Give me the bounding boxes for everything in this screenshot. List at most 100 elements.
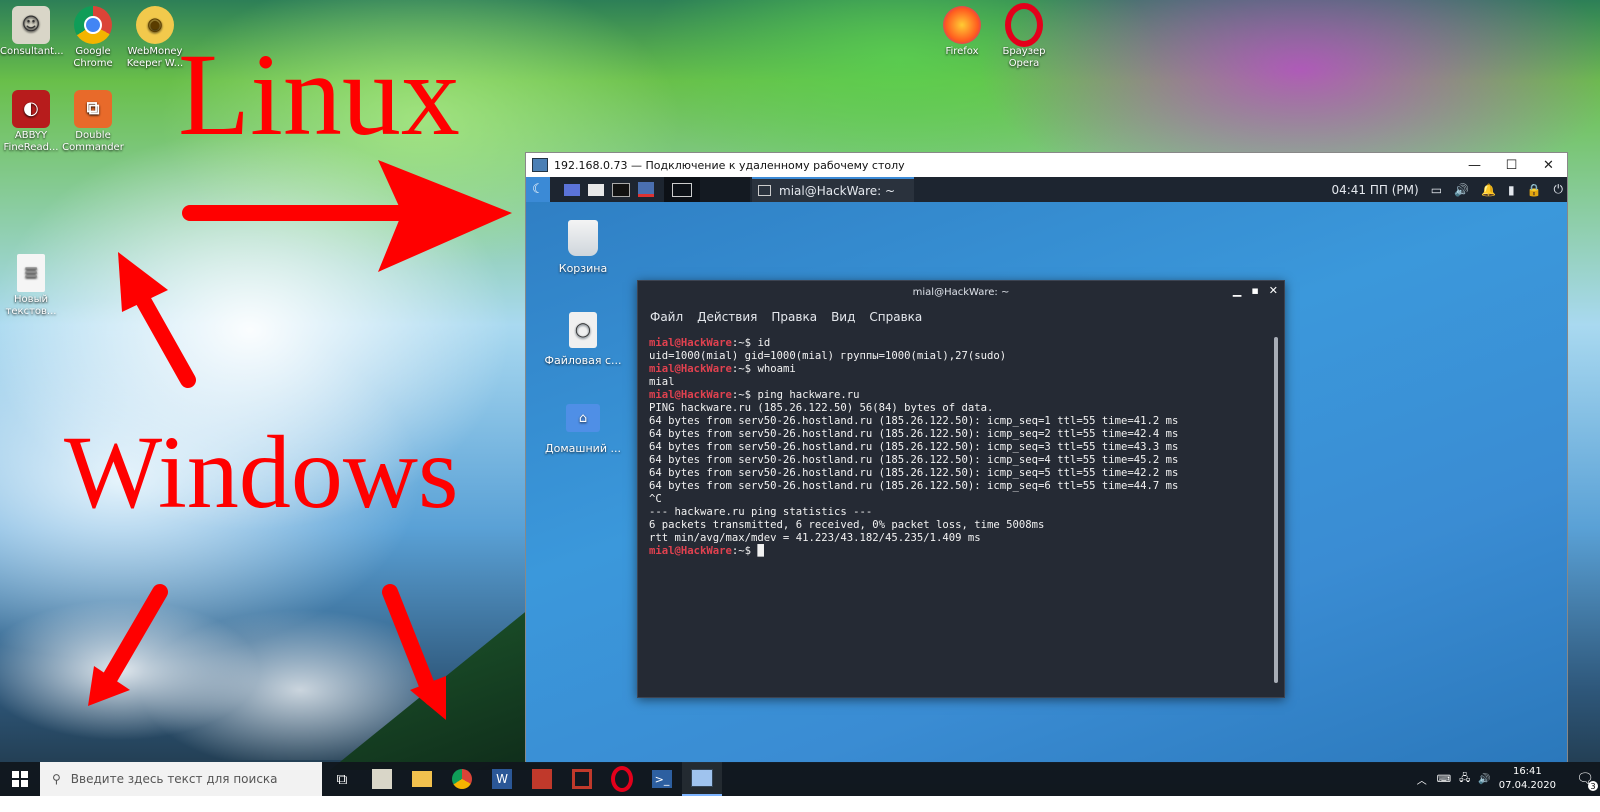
line-text: id	[757, 337, 770, 349]
terminal-titlebar[interactable]: mial@HackWare: ~ ▁ ▪ ✕	[638, 281, 1284, 303]
prompt-suffix: :~$	[732, 363, 758, 375]
menu-file[interactable]: Файл	[650, 310, 683, 324]
taskbar-item-terminal[interactable]: mial@HackWare: ~	[752, 177, 914, 202]
taskbar-screenshot-icon[interactable]	[562, 762, 602, 796]
prompt-suffix: :~$	[732, 337, 758, 349]
taskbar-search-box[interactable]: ⚲ Введите здесь текст для поиска	[40, 762, 322, 796]
kali-icon-filesystem[interactable]: ◯ Файловая с...	[543, 312, 623, 367]
kali-icon-trash[interactable]: Корзина	[543, 220, 623, 275]
screenshot-tool-icon[interactable]	[638, 182, 654, 197]
terminal-output-line: mial	[649, 376, 1273, 389]
tray-network-icon[interactable]: 🖧	[1459, 771, 1470, 788]
terminal-maximize-button[interactable]: ▪	[1251, 284, 1258, 297]
line-text: 6 packets transmitted, 6 received, 0% pa…	[649, 519, 1044, 531]
terminal-output-line: 64 bytes from serv50-26.hostland.ru (185…	[649, 441, 1273, 454]
rdp-title-text: 192.168.0.73 — Подключение к удаленному …	[554, 159, 905, 172]
line-text: mial	[649, 376, 675, 388]
terminal-output-line: 64 bytes from serv50-26.hostland.ru (185…	[649, 480, 1273, 493]
tray-expand-icon[interactable]: ︿	[1417, 772, 1427, 787]
system-tray: ︿ ⌨ 🖧 🔊 16:41 07.04.2020 🗨 3	[1417, 762, 1600, 796]
arrow-down-left-line	[104, 592, 160, 688]
workspace-2[interactable]	[700, 177, 750, 202]
prompt-user: mial@HackWare	[649, 389, 732, 401]
line-text: uid=1000(mial) gid=1000(mial) группы=100…	[649, 350, 1006, 362]
terminal-output-line: 64 bytes from serv50-26.hostland.ru (185…	[649, 454, 1273, 467]
prompt-suffix: :~$	[732, 389, 758, 401]
panel-clock[interactable]: 04:41 ПП (PM)	[1331, 183, 1418, 197]
close-button[interactable]: ✕	[1530, 153, 1567, 177]
volume-icon[interactable]: 🔊	[1454, 183, 1469, 197]
action-center-button[interactable]: 🗨 3	[1570, 762, 1600, 796]
taskbar-explorer-icon[interactable]	[402, 762, 442, 796]
kali-menu-button[interactable]: ☾	[526, 177, 550, 202]
taskbar-powershell-icon[interactable]: >_	[642, 762, 682, 796]
line-text: whoami	[757, 363, 795, 375]
file-manager-icon[interactable]	[588, 184, 604, 196]
menu-help[interactable]: Справка	[869, 310, 922, 324]
tray-keyboard-icon[interactable]: ⌨	[1437, 774, 1451, 785]
terminal-output[interactable]: mial@HackWare:~$ iduid=1000(mial) gid=10…	[638, 331, 1284, 564]
taskbar-word-icon[interactable]: W	[482, 762, 522, 796]
workspace-1[interactable]	[664, 177, 700, 202]
line-text: 64 bytes from serv50-26.hostland.ru (185…	[649, 480, 1178, 492]
terminal-menubar: Файл Действия Правка Вид Справка	[638, 303, 1284, 331]
terminal-command-line: mial@HackWare:~$ whoami	[649, 363, 1273, 376]
taskbar-opera-icon[interactable]	[602, 762, 642, 796]
terminal-output-line: 64 bytes from serv50-26.hostland.ru (185…	[649, 428, 1273, 441]
minimize-button[interactable]: —	[1456, 153, 1493, 177]
line-text: rtt min/avg/max/mdev = 41.223/43.182/45.…	[649, 532, 981, 544]
line-text: ^C	[649, 493, 662, 505]
terminal-close-button[interactable]: ✕	[1269, 284, 1278, 297]
line-text: 64 bytes from serv50-26.hostland.ru (185…	[649, 415, 1178, 427]
taskbar-chrome-icon[interactable]	[442, 762, 482, 796]
terminal-launcher-icon[interactable]	[612, 183, 630, 197]
search-icon: ⚲	[52, 772, 61, 786]
terminal-scrollbar[interactable]	[1274, 337, 1278, 683]
menu-actions[interactable]: Действия	[697, 310, 757, 324]
terminal-output-line: --- hackware.ru ping statistics ---	[649, 506, 1273, 519]
terminal-task-icon	[758, 185, 771, 196]
prompt-user: mial@HackWare	[649, 545, 732, 557]
taskbar-rdp-icon[interactable]	[682, 762, 722, 796]
line-text: 64 bytes from serv50-26.hostland.ru (185…	[649, 454, 1178, 466]
taskbar-xmind-icon[interactable]	[522, 762, 562, 796]
display-icon[interactable]: ▭	[1431, 183, 1442, 197]
line-text: 64 bytes from serv50-26.hostland.ru (185…	[649, 441, 1178, 453]
terminal-command-line: mial@HackWare:~$ id	[649, 337, 1273, 350]
line-text: ping hackware.ru	[757, 389, 859, 401]
windows-logo-icon	[12, 771, 28, 787]
home-folder-icon: ⌂	[566, 404, 600, 432]
terminal-command-line: mial@HackWare:~$ █	[649, 545, 1273, 558]
notification-count-badge: 3	[1588, 781, 1598, 791]
menu-edit[interactable]: Правка	[771, 310, 817, 324]
menu-view[interactable]: Вид	[831, 310, 855, 324]
tray-volume-icon[interactable]: 🔊	[1478, 774, 1490, 785]
show-desktop-icon[interactable]	[564, 184, 580, 196]
line-text: --- hackware.ru ping statistics ---	[649, 506, 872, 518]
maximize-button[interactable]: ☐	[1493, 153, 1530, 177]
terminal-command-line: mial@HackWare:~$ ping hackware.ru	[649, 389, 1273, 402]
workspace-terminal-icon	[672, 183, 692, 197]
taskbar-consultant-icon[interactable]	[362, 762, 402, 796]
start-button[interactable]	[0, 762, 40, 796]
task-view-icon[interactable]: ⧉	[322, 762, 362, 796]
notifications-icon[interactable]: 🔔	[1481, 183, 1496, 197]
terminal-window[interactable]: mial@HackWare: ~ ▁ ▪ ✕ Файл Действия Пра…	[637, 280, 1285, 698]
search-placeholder: Введите здесь текст для поиска	[71, 772, 278, 786]
prompt-user: mial@HackWare	[649, 337, 732, 349]
line-text: 64 bytes from serv50-26.hostland.ru (185…	[649, 467, 1178, 479]
line-text: 64 bytes from serv50-26.hostland.ru (185…	[649, 428, 1178, 440]
terminal-output-line: uid=1000(mial) gid=1000(mial) группы=100…	[649, 350, 1273, 363]
terminal-output-line: 6 packets transmitted, 6 received, 0% pa…	[649, 519, 1273, 532]
kali-icon-home[interactable]: ⌂ Домашний ...	[543, 404, 623, 455]
terminal-output-line: 64 bytes from serv50-26.hostland.ru (185…	[649, 415, 1273, 428]
rdp-titlebar[interactable]: 192.168.0.73 — Подключение к удаленному …	[526, 153, 1567, 177]
arrow-down-right-line	[390, 592, 432, 698]
logout-icon[interactable]: ⏻	[1554, 182, 1564, 197]
battery-icon[interactable]: ▮	[1508, 183, 1515, 197]
lock-icon[interactable]: 🔒	[1527, 183, 1542, 197]
tray-clock[interactable]: 16:41 07.04.2020	[1499, 765, 1556, 793]
terminal-output-line: rtt min/avg/max/mdev = 41.223/43.182/45.…	[649, 532, 1273, 545]
terminal-minimize-button[interactable]: ▁	[1233, 284, 1241, 297]
prompt-user: mial@HackWare	[649, 363, 732, 375]
